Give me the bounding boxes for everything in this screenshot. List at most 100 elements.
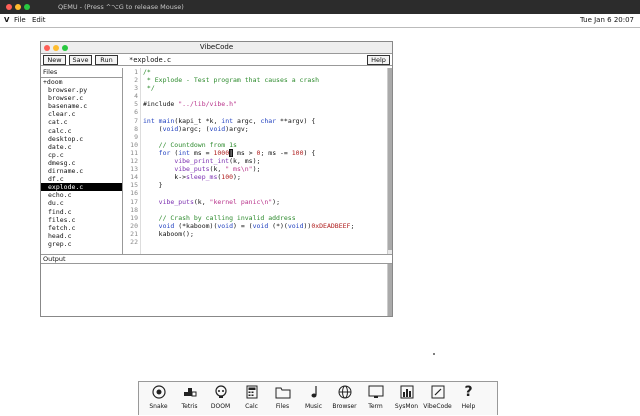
file-item[interactable]: dmesg.c: [41, 159, 122, 167]
file-item[interactable]: cat.c: [41, 118, 122, 126]
code-line: void (*kaboom)(void) = (void (*)(void))0…: [158, 221, 355, 230]
close-button[interactable]: [6, 4, 12, 10]
dock-item-calc[interactable]: Calc: [236, 382, 267, 415]
file-item[interactable]: files.c: [41, 216, 122, 224]
minimize-button[interactable]: [15, 4, 21, 10]
system-logo[interactable]: V: [4, 14, 9, 27]
file-item[interactable]: du.c: [41, 199, 122, 207]
dock-item-music[interactable]: Music: [298, 382, 329, 415]
file-item[interactable]: clear.c: [41, 110, 122, 118]
dock-item-label: SysMon: [394, 403, 419, 410]
line-number: 3: [134, 84, 138, 93]
line-number: 5: [134, 100, 138, 109]
file-item[interactable]: calc.c: [41, 127, 122, 135]
code-line: for (int ms = 1000| ms > 0; ms -= 100) {: [158, 148, 316, 157]
new-button[interactable]: New: [43, 55, 66, 65]
file-item[interactable]: browser.py: [41, 86, 122, 94]
code-text[interactable]: /* * Explode - Test program that causes …: [143, 68, 354, 246]
code-line: vibe_puts(k, "kernel panic\n");: [158, 197, 280, 206]
dock-item-files[interactable]: Files: [267, 382, 298, 415]
music-note-icon: [298, 382, 329, 402]
editor-scrollbar[interactable]: [387, 68, 392, 254]
files-header: Files: [41, 68, 122, 78]
menu-file[interactable]: File: [14, 14, 26, 27]
file-item[interactable]: grep.c: [41, 240, 122, 248]
snake-icon: [143, 382, 174, 402]
window-minimize-button[interactable]: [53, 45, 59, 51]
run-button[interactable]: Run: [95, 55, 118, 65]
code-line: (void)argc; (void)argv;: [143, 124, 249, 133]
line-number: 11: [130, 148, 138, 157]
dock-item-label: Help: [461, 403, 476, 410]
dock-item-term[interactable]: Term: [360, 382, 391, 415]
line-number: 20: [130, 221, 138, 230]
file-item[interactable]: fetch.c: [41, 224, 122, 232]
file-item[interactable]: browser.c: [41, 94, 122, 102]
output-scroll-thumb[interactable]: [388, 264, 392, 316]
dock-item-help[interactable]: ? Help: [453, 382, 484, 415]
help-button[interactable]: Help: [367, 55, 390, 65]
file-item[interactable]: head.c: [41, 232, 122, 240]
line-number: 15: [130, 181, 138, 190]
line-number: 6: [134, 108, 138, 117]
line-number: 4: [134, 92, 138, 101]
dock-item-tetris[interactable]: Tetris: [174, 382, 205, 415]
code-line: * Explode - Test program that causes a c…: [143, 76, 320, 85]
folder-item[interactable]: +doom: [41, 78, 122, 86]
dock-item-browser[interactable]: Browser: [329, 382, 360, 415]
line-number: 17: [130, 197, 138, 206]
file-item[interactable]: explode.c: [41, 183, 122, 192]
file-list: +doom browser.py browser.c basename.c clear.…: [41, 78, 122, 248]
zoom-button[interactable]: [24, 4, 30, 10]
line-number: 22: [130, 237, 138, 246]
file-item[interactable]: date.c: [41, 143, 122, 151]
dock-item-label: Music: [304, 403, 323, 410]
file-item[interactable]: dirname.c: [41, 167, 122, 175]
code-editor[interactable]: 1 2 3 4 5 6 7 8 9 10 11 12 13 14 15 16 17 18 19 20 21 22 /* *…: [124, 68, 392, 254]
code-line: */: [143, 84, 155, 93]
file-item[interactable]: cp.c: [41, 151, 122, 159]
line-number: 18: [130, 205, 138, 214]
window-controls: [44, 45, 68, 51]
dock-item-vibecode[interactable]: VibeCode: [422, 382, 453, 415]
file-item[interactable]: find.c: [41, 208, 122, 216]
current-filename: *explode.c: [129, 56, 172, 64]
menu-edit[interactable]: Edit: [32, 14, 46, 27]
line-number: 16: [130, 189, 138, 198]
code-line: int main(kapi_t *k, int argc, char **arg…: [143, 116, 316, 125]
line-number: 21: [130, 229, 138, 238]
file-item[interactable]: desktop.c: [41, 135, 122, 143]
window-title-bar[interactable]: VibeCode: [41, 42, 392, 54]
code-line: vibe_print_int(k, ms);: [174, 157, 261, 166]
globe-icon: [329, 382, 360, 402]
calculator-icon: [236, 382, 267, 402]
gutter-divider: [140, 68, 141, 254]
mouse-pointer: [433, 353, 435, 355]
file-item[interactable]: df.c: [41, 175, 122, 183]
file-browser: Files +doom browser.py browser.c basename.c…: [41, 68, 123, 254]
line-number: 7: [134, 116, 138, 125]
file-item[interactable]: echo.c: [41, 191, 122, 199]
dock-item-snake[interactable]: Snake: [143, 382, 174, 415]
line-number: 13: [130, 165, 138, 174]
code-line: kaboom();: [143, 229, 194, 238]
dock-item-label: Term: [368, 403, 383, 410]
save-button[interactable]: Save: [69, 55, 92, 65]
file-item[interactable]: basename.c: [41, 102, 122, 110]
chart-icon: [391, 382, 422, 402]
dock-item-doom[interactable]: DOOM: [205, 382, 236, 415]
editor-scroll-thumb[interactable]: [388, 68, 392, 250]
dock-item-sysmon[interactable]: SysMon: [391, 382, 422, 415]
window-close-button[interactable]: [44, 45, 50, 51]
dock-item-label: Tetris: [181, 403, 198, 410]
code-line: // Countdown from 1s: [143, 140, 237, 149]
line-number: 12: [130, 157, 138, 166]
output-scrollbar[interactable]: [387, 264, 392, 316]
line-numbers: 1 2 3 4 5 6 7 8 9 10 11 12 13 14 15 16 17 18 19 20 21 22: [124, 68, 138, 246]
output-panel: Output: [41, 254, 392, 316]
help-icon: ?: [464, 384, 473, 400]
window-zoom-button[interactable]: [62, 45, 68, 51]
